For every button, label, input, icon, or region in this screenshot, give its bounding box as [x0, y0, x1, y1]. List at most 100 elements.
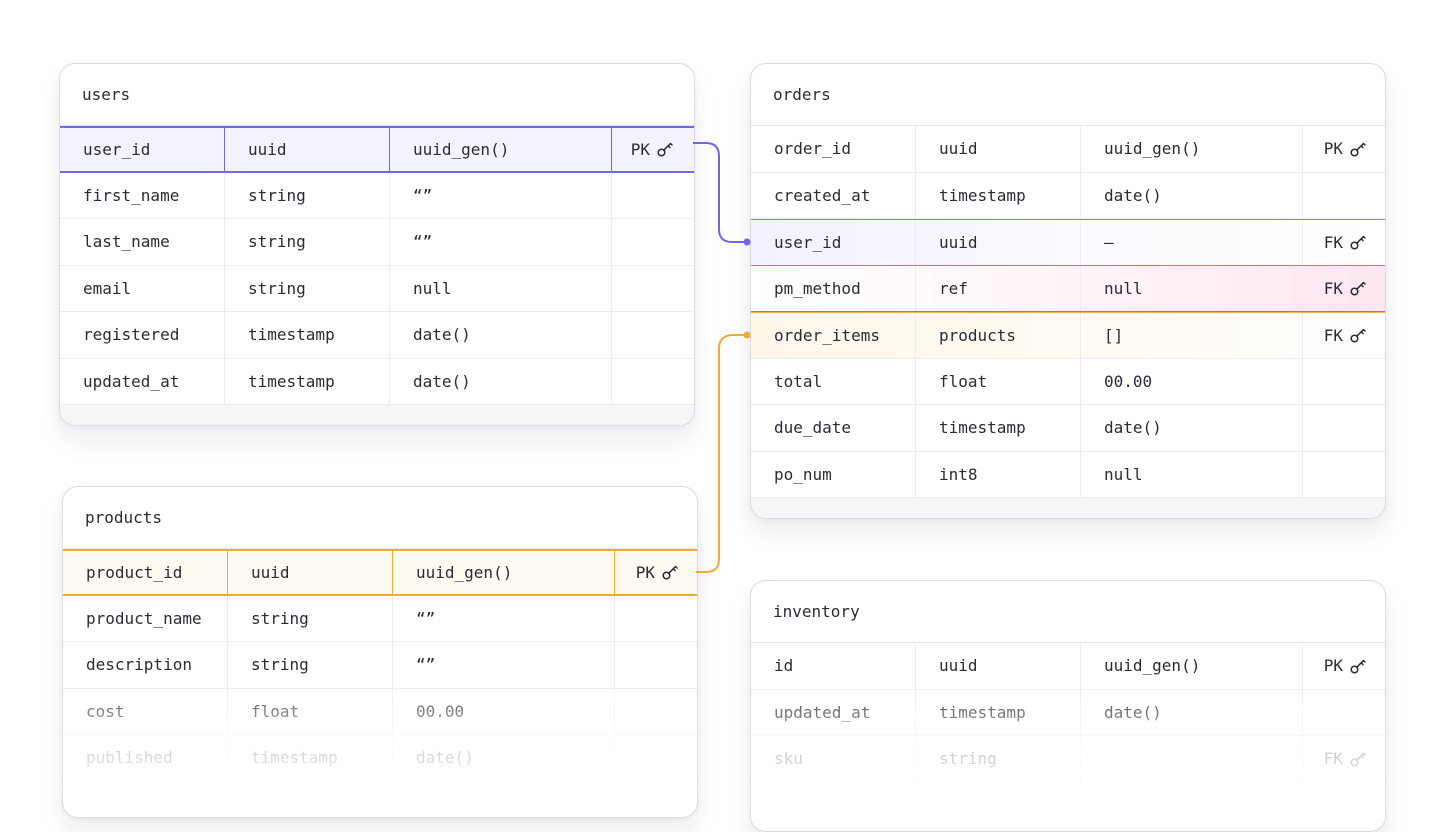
- users-row-user-id[interactable]: user_id uuid uuid_gen() PK: [60, 126, 694, 173]
- column-name: product_name: [63, 595, 228, 641]
- column-name: sku: [751, 736, 916, 782]
- orders-row-user-id[interactable]: user_id uuid – FK: [751, 219, 1385, 266]
- column-key: [615, 596, 697, 642]
- column-type: string: [225, 265, 390, 311]
- users-row-first-name[interactable]: first_name string “”: [60, 172, 694, 219]
- orders-row-total[interactable]: total float 00.00: [751, 358, 1385, 405]
- column-name: cost: [63, 688, 228, 734]
- column-key: PK: [1303, 126, 1385, 172]
- inventory-table-title: inventory: [751, 581, 1385, 643]
- users-row-registered[interactable]: registered timestamp date(): [60, 312, 694, 359]
- column-default: “”: [390, 219, 612, 265]
- column-name: po_num: [751, 451, 916, 497]
- column-type: string: [225, 172, 390, 218]
- orders-table[interactable]: orders order_id uuid uuid_gen() PK created_a…: [750, 63, 1386, 519]
- column-type: string: [916, 736, 1081, 782]
- inventory-table[interactable]: inventory id uuid uuid_gen() PK updated_at ti…: [750, 580, 1386, 832]
- column-name: id: [751, 643, 916, 689]
- column-key: FK: [1303, 736, 1385, 782]
- orders-row-order-items[interactable]: order_items products[] FK: [751, 312, 1385, 359]
- column-key: FK: [1303, 313, 1385, 358]
- column-default: null: [1081, 451, 1303, 497]
- products-row-cost[interactable]: cost float 00.00: [63, 688, 697, 735]
- inventory-rows: id uuid uuid_gen() PK updated_at timestamp dat…: [751, 643, 1385, 783]
- column-name: total: [751, 358, 916, 404]
- users-row-email[interactable]: email string null: [60, 265, 694, 312]
- column-name: registered: [60, 312, 225, 358]
- products-table-title: products: [63, 487, 697, 549]
- column-key: [1303, 173, 1385, 219]
- column-name: created_at: [751, 172, 916, 218]
- key-icon: [1349, 140, 1367, 158]
- column-default: date(): [390, 312, 612, 358]
- key-label: PK: [1323, 656, 1343, 676]
- products-row-published[interactable]: published timestamp date(): [63, 735, 697, 782]
- key-icon: [1349, 657, 1367, 675]
- column-type: timestamp: [225, 358, 390, 404]
- column-key: PK: [1303, 643, 1385, 689]
- column-type: timestamp: [916, 689, 1081, 735]
- column-default: null: [390, 265, 612, 311]
- inventory-row-sku[interactable]: sku string FK: [751, 736, 1385, 783]
- column-type: timestamp: [916, 172, 1081, 218]
- column-key: FK: [1303, 220, 1385, 265]
- column-default: date(): [393, 735, 615, 781]
- column-name: published: [63, 735, 228, 781]
- users-row-last-name[interactable]: last_name string “”: [60, 219, 694, 266]
- inventory-row-updated-at[interactable]: updated_at timestamp date(): [751, 689, 1385, 736]
- key-icon: [1349, 279, 1367, 297]
- column-name: user_id: [751, 220, 916, 265]
- orders-row-created-at[interactable]: created_at timestamp date(): [751, 172, 1385, 219]
- products-table[interactable]: products product_id uuid uuid_gen() PK produ…: [62, 486, 698, 818]
- column-name: pm_method: [751, 265, 916, 311]
- column-default: [1081, 736, 1303, 782]
- column-default: uuid_gen(): [393, 551, 615, 594]
- column-default: “”: [393, 595, 615, 641]
- column-type: string: [228, 642, 393, 688]
- users-table[interactable]: users user_id uuid uuid_gen() PK first_name s…: [59, 63, 695, 426]
- products-rows: product_id uuid uuid_gen() PK product_name st…: [63, 549, 697, 782]
- column-name: first_name: [60, 172, 225, 218]
- orders-table-footer: [751, 498, 1385, 518]
- column-key: [1303, 452, 1385, 498]
- column-type: uuid: [228, 551, 393, 594]
- products-row-description[interactable]: description string “”: [63, 642, 697, 689]
- column-default: null: [1081, 265, 1303, 311]
- key-label: FK: [1323, 325, 1343, 345]
- column-key: [612, 359, 692, 405]
- column-type: ref: [916, 265, 1081, 311]
- users-row-updated-at[interactable]: updated_at timestamp date(): [60, 358, 694, 405]
- column-type: uuid: [916, 220, 1081, 265]
- column-type: uuid: [916, 126, 1081, 172]
- column-key: [612, 312, 692, 358]
- orders-row-pm-method[interactable]: pm_method ref null FK: [751, 265, 1385, 312]
- column-type: int8: [916, 451, 1081, 497]
- column-default: date(): [1081, 405, 1303, 451]
- key-label: PK: [1323, 139, 1343, 159]
- column-default: []: [1081, 313, 1303, 358]
- column-type: timestamp: [225, 312, 390, 358]
- column-default: uuid_gen(): [1081, 643, 1303, 689]
- products-row-product-id[interactable]: product_id uuid uuid_gen() PK: [63, 549, 697, 596]
- column-type: timestamp: [916, 405, 1081, 451]
- column-key: [612, 266, 692, 312]
- column-name: order_id: [751, 126, 916, 172]
- key-icon: [1349, 326, 1367, 344]
- orders-row-order-id[interactable]: order_id uuid uuid_gen() PK: [751, 126, 1385, 173]
- column-name: updated_at: [751, 689, 916, 735]
- key-icon: [656, 140, 674, 158]
- column-key: [615, 689, 697, 735]
- inventory-row-id[interactable]: id uuid uuid_gen() PK: [751, 643, 1385, 690]
- column-type: string: [225, 219, 390, 265]
- column-type: float: [916, 358, 1081, 404]
- products-row-product-name[interactable]: product_name string “”: [63, 595, 697, 642]
- column-name: user_id: [60, 128, 225, 171]
- column-key: [612, 173, 692, 219]
- orders-row-due-date[interactable]: due_date timestamp date(): [751, 405, 1385, 452]
- orders-row-po-num[interactable]: po_num int8 null: [751, 451, 1385, 498]
- column-type: uuid: [916, 643, 1081, 689]
- key-label: FK: [1323, 278, 1343, 298]
- column-name: product_id: [63, 551, 228, 594]
- orders-rows: order_id uuid uuid_gen() PK created_at timest…: [751, 126, 1385, 498]
- column-default: 00.00: [1081, 358, 1303, 404]
